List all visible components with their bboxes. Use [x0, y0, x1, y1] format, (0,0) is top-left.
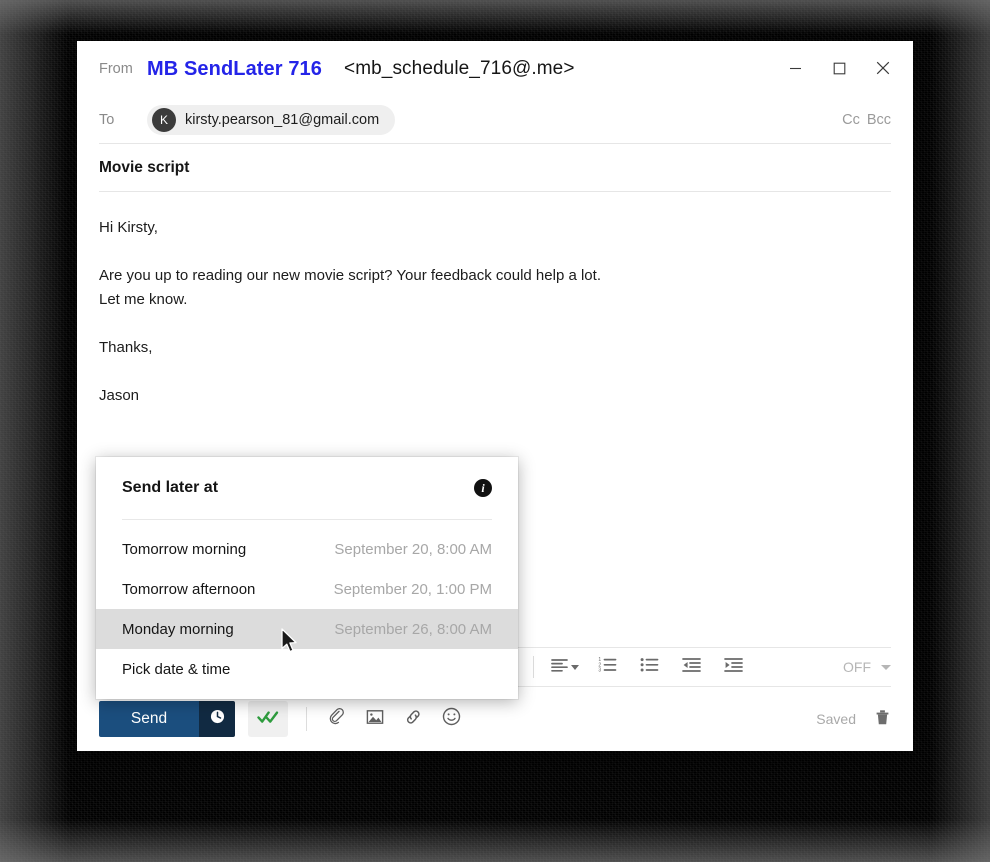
body-line: Are you up to reading our new movie scri… [99, 267, 601, 284]
info-icon[interactable]: i [474, 479, 492, 497]
send-later-menu-header: Send later at i [96, 457, 518, 519]
close-icon [876, 61, 890, 75]
maximize-button[interactable] [817, 51, 861, 85]
tracking-dropdown[interactable]: OFF [843, 659, 891, 675]
send-later-dropdown-button[interactable] [199, 701, 235, 737]
menu-item-label: Tomorrow morning [122, 540, 247, 558]
chevron-down-icon [881, 664, 891, 670]
numbered-list-button[interactable]: 123 [590, 652, 624, 682]
image-icon [366, 708, 384, 731]
body-line: Thanks, [99, 339, 153, 356]
insert-emoji-button[interactable] [433, 703, 469, 735]
body-line: Hi Kirsty, [99, 219, 158, 236]
tracking-value: OFF [843, 659, 871, 675]
menu-item-tomorrow-morning[interactable]: Tomorrow morning September 20, 8:00 AM [96, 529, 518, 569]
send-later-toggle-button[interactable] [248, 701, 288, 737]
menu-item-value: September 20, 8:00 AM [334, 540, 492, 558]
from-email-address[interactable]: <mb_schedule_716@.me> [344, 58, 575, 80]
bcc-button[interactable]: Bcc [867, 112, 891, 128]
paperclip-icon [328, 707, 346, 731]
emoji-icon [442, 707, 461, 731]
insert-link-button[interactable] [395, 703, 431, 735]
minimize-icon [789, 62, 802, 75]
saved-status: Saved [816, 711, 856, 727]
insert-image-button[interactable] [357, 703, 393, 735]
recipient-chip[interactable]: K kirsty.pearson_81@gmail.com [147, 105, 396, 135]
send-bar-separator [306, 707, 307, 731]
align-left-icon [551, 657, 569, 678]
menu-item-value: September 20, 1:00 PM [333, 580, 492, 598]
send-later-menu: Send later at i Tomorrow morning Septemb… [96, 457, 518, 699]
maximize-icon [833, 62, 846, 75]
bulleted-list-icon [640, 657, 659, 678]
screen: From MB SendLater 716 <mb_schedule_716@.… [0, 0, 990, 862]
cc-bcc-group: Cc Bcc [842, 112, 891, 128]
menu-item-monday-morning[interactable]: Monday morning September 26, 8:00 AM [96, 609, 518, 649]
menu-item-tomorrow-afternoon[interactable]: Tomorrow afternoon September 20, 1:00 PM [96, 569, 518, 609]
window-controls [773, 51, 905, 85]
menu-item-label: Pick date & time [122, 660, 231, 678]
send-split-button: Send [99, 701, 235, 737]
clock-icon [210, 709, 225, 729]
send-later-menu-title: Send later at [122, 479, 219, 496]
menu-item-label: Monday morning [122, 620, 234, 638]
discard-draft-button[interactable] [874, 708, 891, 731]
send-button[interactable]: Send [99, 701, 199, 737]
menu-item-pick-date-time[interactable]: Pick date & time [96, 649, 518, 689]
toolbar-separator [533, 656, 534, 678]
increase-indent-button[interactable] [716, 652, 750, 682]
to-row: To K kirsty.pearson_81@gmail.com Cc Bcc [77, 97, 913, 143]
link-icon [404, 708, 423, 731]
decrease-indent-icon [681, 657, 701, 678]
svg-text:3: 3 [598, 667, 601, 672]
menu-divider [122, 519, 492, 520]
numbered-list-icon: 123 [598, 657, 617, 678]
close-button[interactable] [861, 51, 905, 85]
menu-item-label: Tomorrow afternoon [122, 580, 256, 598]
to-label: To [99, 112, 115, 128]
from-display-name[interactable]: MB SendLater 716 [147, 58, 322, 81]
from-row: From MB SendLater 716 <mb_schedule_716@.… [77, 41, 913, 97]
from-label: From [99, 61, 133, 77]
bulleted-list-button[interactable] [632, 652, 666, 682]
attach-file-button[interactable] [319, 703, 355, 735]
body-line: Let me know. [99, 291, 188, 308]
cc-button[interactable]: Cc [842, 112, 860, 128]
minimize-button[interactable] [773, 51, 817, 85]
body-line: Jason [99, 387, 140, 404]
align-button[interactable] [548, 652, 582, 682]
avatar: K [152, 108, 176, 132]
increase-indent-icon [723, 657, 743, 678]
double-check-icon [257, 709, 279, 730]
decrease-indent-button[interactable] [674, 652, 708, 682]
save-status-group: Saved [816, 708, 891, 731]
chevron-down-icon [571, 664, 579, 670]
menu-item-value: September 26, 8:00 AM [334, 620, 492, 638]
recipient-email: kirsty.pearson_81@gmail.com [185, 112, 380, 128]
trash-icon [874, 708, 891, 731]
subject-field[interactable]: Movie script [77, 144, 913, 191]
